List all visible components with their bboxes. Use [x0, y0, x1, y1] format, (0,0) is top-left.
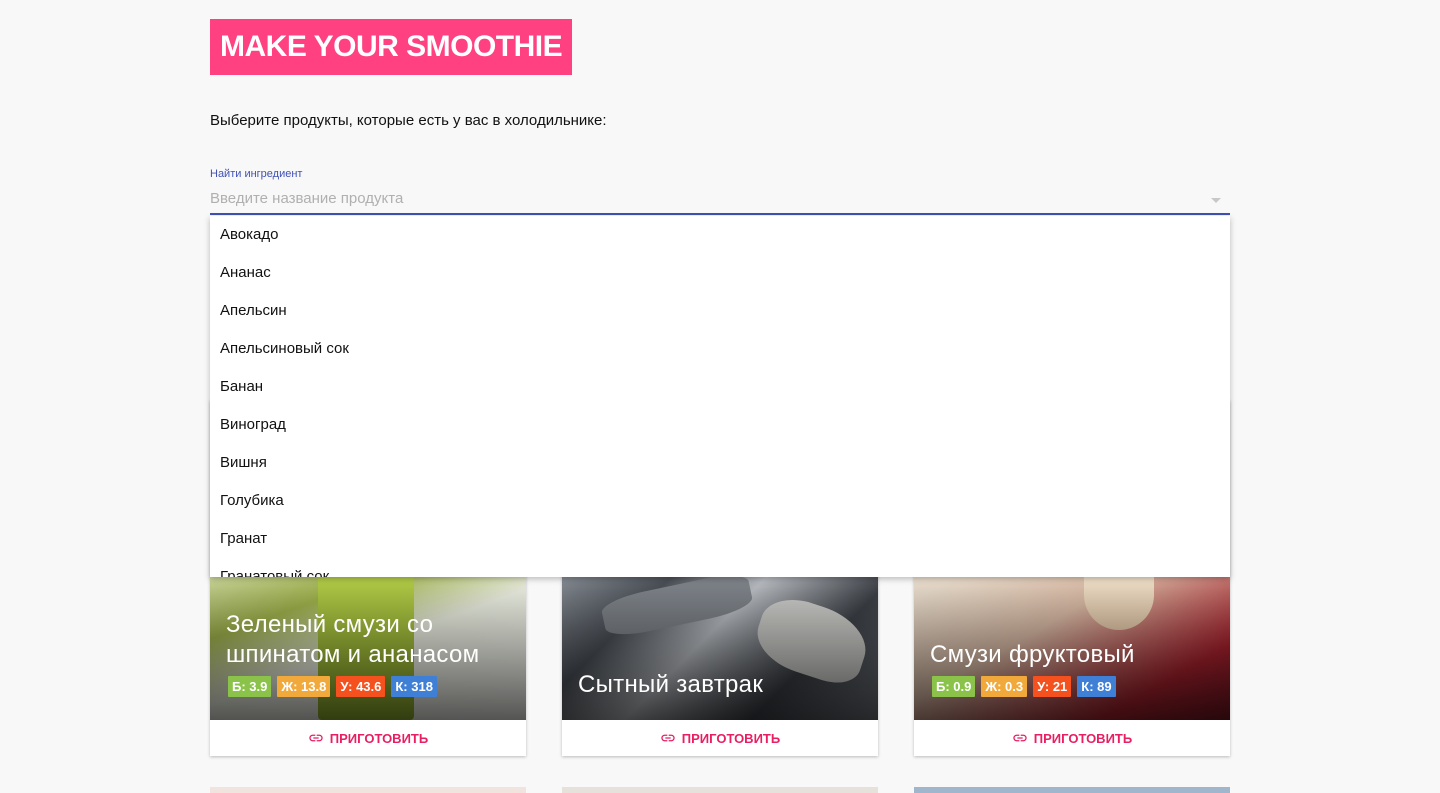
cook-button[interactable]: ПРИГОТОВИТЬ [562, 720, 878, 756]
protein-badge: Б: 3.9 [228, 676, 272, 697]
menu-item[interactable]: Виноград [210, 406, 1230, 444]
link-icon [661, 734, 675, 742]
cook-button[interactable]: ПРИГОТОВИТЬ [914, 720, 1230, 756]
menu-item[interactable]: Вишня [210, 444, 1230, 482]
carbs-badge: У: 43.6 [336, 676, 386, 697]
intro-text: Выберите продукты, которые есть у вас в … [210, 112, 607, 129]
page: MAKE YOUR SMOOTHIE Выберите продукты, ко… [0, 0, 1440, 793]
recipe-title: Смузи фруктовый [930, 641, 1135, 668]
cook-button-label: ПРИГОТОВИТЬ [1033, 730, 1133, 746]
menu-item[interactable]: Авокадо [210, 216, 1230, 254]
menu-item[interactable]: Гранат [210, 520, 1230, 558]
nutrition-badges: Б: 0.9 Ж: 0.3 У: 21 К: 89 [932, 676, 1116, 697]
ingredient-search-input[interactable] [210, 188, 1230, 215]
fat-badge: Ж: 13.8 [277, 676, 331, 697]
menu-item[interactable]: Апельсиновый сок [210, 330, 1230, 368]
menu-item[interactable]: Банан [210, 368, 1230, 406]
search-label: Найти ингредиент [210, 168, 303, 180]
app-logo[interactable]: MAKE YOUR SMOOTHIE [210, 19, 573, 75]
link-icon [1013, 734, 1027, 742]
recipe-card-next[interactable] [210, 787, 526, 793]
menu-item[interactable]: Ананас [210, 254, 1230, 292]
dropdown-arrow-icon[interactable] [1211, 198, 1221, 203]
protein-badge: Б: 0.9 [932, 676, 976, 697]
recipe-card-next[interactable] [562, 787, 878, 793]
menu-item[interactable]: Голубика [210, 482, 1230, 520]
calories-badge: К: 89 [1077, 676, 1116, 697]
menu-item[interactable]: Апельсин [210, 292, 1230, 330]
cook-button[interactable]: ПРИГОТОВИТЬ [210, 720, 526, 756]
recipe-title: Сытный завтрак [578, 671, 764, 698]
fat-badge: Ж: 0.3 [981, 676, 1028, 697]
nutrition-badges: Б: 3.9 Ж: 13.8 У: 43.6 К: 318 [228, 676, 437, 697]
ingredient-dropdown-menu[interactable]: Авокадо Ананас Апельсин Апельсиновый сок… [210, 216, 1230, 577]
recipe-card-next[interactable] [914, 787, 1230, 793]
cook-button-label: ПРИГОТОВИТЬ [329, 730, 429, 746]
recipe-title: Зеленый смузи со шпинатом и ананасом [226, 611, 480, 668]
menu-item[interactable]: Гранатовый сок [210, 558, 1230, 577]
cook-button-label: ПРИГОТОВИТЬ [681, 730, 781, 746]
link-icon [309, 734, 323, 742]
carbs-badge: У: 21 [1033, 676, 1072, 697]
calories-badge: К: 318 [391, 676, 437, 697]
